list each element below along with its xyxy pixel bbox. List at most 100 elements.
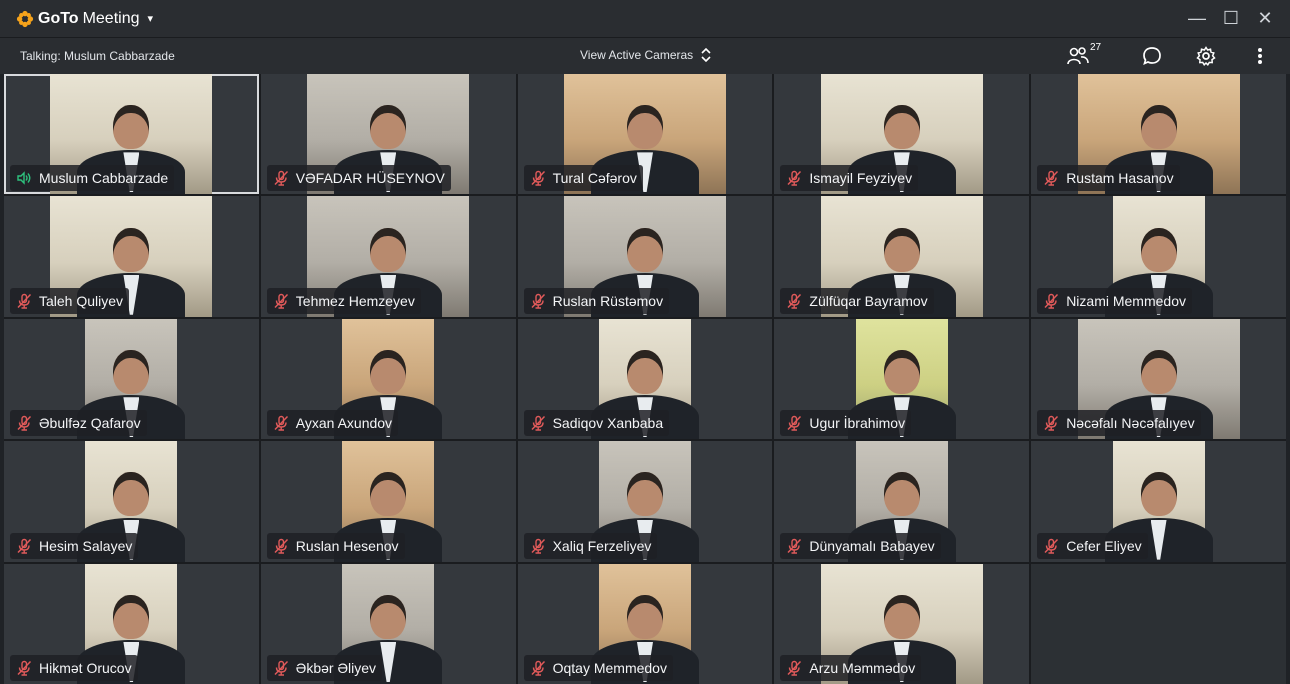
participant-head — [113, 472, 150, 517]
more-icon — [1258, 48, 1262, 64]
participant-name: Əbulfəz Qafarov — [39, 415, 141, 432]
maximize-button[interactable]: ☐ — [1222, 8, 1240, 28]
participant-head — [626, 594, 663, 639]
participant-tile[interactable]: Əkbər Əliyev — [260, 563, 516, 684]
participant-name: Ugur İbrahimov — [809, 415, 906, 432]
mic-muted-icon — [1044, 293, 1059, 309]
participant-name: Tehmez Hemzeyev — [295, 292, 415, 309]
participant-name-label: Ruslan Hesenov — [266, 532, 405, 559]
participant-name-label: Taleh Quliyev — [10, 287, 130, 314]
people-icon — [1067, 47, 1089, 65]
participant-tile[interactable]: Hesim Salayev — [4, 441, 259, 562]
participant-tile[interactable]: Dünyamalı Babayev — [774, 441, 1030, 562]
mic-muted-icon — [531, 660, 545, 676]
participant-tile[interactable]: Əbulfəz Qafarov — [4, 318, 259, 440]
mic-muted-icon — [274, 293, 288, 309]
participant-head — [883, 350, 920, 395]
participant-tile[interactable]: Ruslan Rüstəmov — [517, 196, 773, 317]
more-options-button[interactable] — [1248, 44, 1272, 68]
attendees-button[interactable]: 27 — [1066, 42, 1101, 68]
participant-name: Dünyamalı Babayev — [809, 537, 935, 554]
participant-head — [883, 594, 920, 639]
right-tools: 27 — [1066, 42, 1272, 68]
app-menu-button[interactable]: GoTo Meeting ▾ — [16, 10, 153, 28]
participant-head — [883, 105, 920, 150]
participant-tile[interactable]: Hikmət Orucov — [4, 563, 259, 684]
participant-tile[interactable]: Cefer Eliyev — [1031, 441, 1286, 562]
settings-icon — [1196, 46, 1216, 66]
participant-name-label: Ugur İbrahimov — [780, 410, 912, 437]
chevron-down-icon: ▾ — [147, 13, 154, 25]
participant-tile[interactable]: Ismayil Feyziyev — [774, 74, 1030, 195]
participant-name: Əkbər Əliyev — [295, 660, 376, 676]
participant-tile[interactable]: Nizami Memmedov — [1031, 196, 1286, 317]
participant-name-label: Nəcəfalı Nəcəfalıyev — [1037, 410, 1201, 437]
participant-name: Ayxan Axundov — [295, 415, 393, 432]
brand-meeting-text: Meeting — [82, 9, 140, 27]
participant-tile[interactable]: Tural Cəfərov — [517, 74, 773, 195]
participant-name-label: Əkbər Əliyev — [266, 655, 382, 681]
participant-head — [1140, 227, 1177, 272]
participant-tile[interactable]: Taleh Quliyev — [4, 196, 259, 317]
participant-tile[interactable]: Ruslan Hesenov — [260, 441, 516, 562]
participant-head — [626, 105, 663, 150]
participant-name-label: Hikmət Orucov — [10, 655, 138, 681]
view-active-cameras-label: View Active Cameras — [580, 48, 694, 62]
participant-tile[interactable]: Muslum Cabbarzade — [4, 74, 259, 195]
attendee-count: 27 — [1090, 42, 1102, 53]
participant-head — [113, 350, 150, 395]
participant-name-label: Sadiqov Xanbaba — [523, 410, 670, 437]
participant-head — [370, 105, 407, 150]
mic-muted-icon — [787, 538, 802, 554]
chat-icon — [1143, 47, 1161, 65]
participant-tile[interactable]: Tehmez Hemzeyev — [260, 196, 516, 317]
mic-muted-icon — [531, 171, 545, 187]
mic-muted-icon — [787, 415, 802, 431]
participant-head — [113, 105, 150, 150]
mic-muted-icon — [274, 538, 288, 554]
participant-name: VƏFADAR HÜSEYNOV — [295, 170, 445, 187]
participant-head — [883, 472, 920, 517]
participant-name: Cefer Eliyev — [1066, 537, 1142, 554]
participant-tile[interactable]: Nəcəfalı Nəcəfalıyev — [1031, 318, 1286, 440]
settings-button[interactable] — [1194, 44, 1218, 68]
mic-muted-icon — [17, 293, 32, 309]
participant-head — [626, 472, 663, 517]
participant-name-label: VƏFADAR HÜSEYNOV — [266, 165, 451, 192]
participant-name: Ismayil Feyziyev — [809, 170, 913, 187]
participant-tile[interactable]: Oqtay Memmedov — [517, 563, 773, 684]
participant-name-label: Zülfüqar Bayramov — [780, 287, 934, 314]
participant-name-label: Nizami Memmedov — [1037, 287, 1192, 314]
mic-muted-icon — [531, 293, 545, 309]
mic-muted-icon — [274, 171, 288, 187]
participant-name-label: Əbulfəz Qafarov — [10, 410, 147, 437]
view-active-cameras-button[interactable]: View Active Cameras — [580, 48, 711, 62]
participant-name: Hesim Salayev — [39, 537, 133, 554]
minimize-button[interactable]: — — [1188, 8, 1206, 28]
mic-muted-icon — [17, 415, 32, 431]
chat-button[interactable] — [1140, 44, 1164, 68]
participant-tile[interactable]: Sadiqov Xanbaba — [517, 318, 773, 440]
participant-tile[interactable]: Ayxan Axundov — [260, 318, 516, 440]
participant-name-label: Ruslan Rüstəmov — [523, 287, 670, 314]
participant-tile[interactable]: Rustam Hasanov — [1031, 74, 1286, 195]
participant-name: Zülfüqar Bayramov — [809, 292, 928, 309]
participant-head — [113, 594, 150, 639]
participant-name: Taleh Quliyev — [39, 292, 124, 309]
participant-tile[interactable]: Arzu Məmmədov — [774, 563, 1030, 684]
participant-name-label: Ismayil Feyziyev — [780, 165, 919, 192]
mic-muted-icon — [17, 660, 32, 676]
participant-tile[interactable]: Ugur İbrahimov — [774, 318, 1030, 440]
participant-tile[interactable]: VƏFADAR HÜSEYNOV — [260, 74, 516, 195]
participant-tile[interactable]: Xaliq Ferzeliyev — [517, 441, 773, 562]
participant-name: Xaliq Ferzeliyev — [552, 537, 652, 554]
close-button[interactable]: ✕ — [1256, 8, 1274, 28]
participant-head — [1140, 350, 1177, 395]
participant-tile[interactable]: Zülfüqar Bayramov — [774, 196, 1030, 317]
participant-head — [1140, 105, 1177, 150]
window-controls: — ☐ ✕ — [1188, 8, 1274, 28]
speaker-active-icon — [17, 171, 31, 186]
participant-name-label: Xaliq Ferzeliyev — [523, 532, 658, 559]
sort-updown-icon — [701, 48, 711, 62]
participant-name-label: Arzu Məmmədov — [780, 655, 922, 681]
